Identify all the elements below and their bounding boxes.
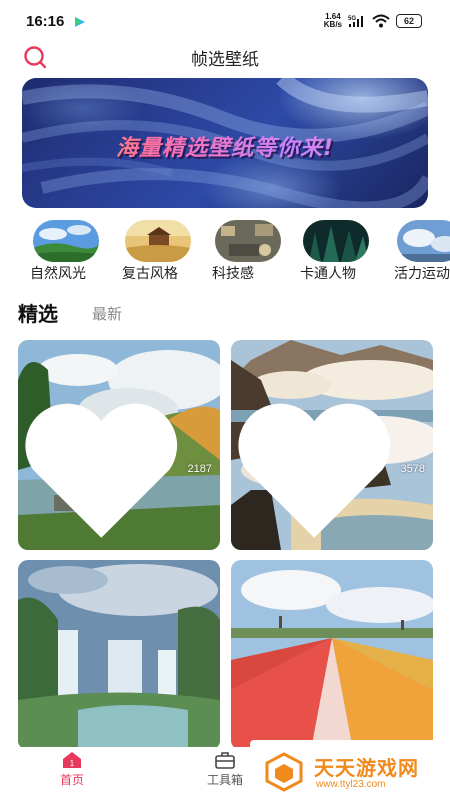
network-speed: 1.64 KB/s: [323, 12, 342, 29]
wallpaper-card[interactable]: 2187: [18, 340, 220, 550]
nav-home[interactable]: 1 首页: [50, 749, 94, 795]
nav-toolbox-label: 工具箱: [206, 773, 243, 787]
status-indicators: 1.64 KB/s 5G 62: [324, 13, 422, 29]
category-tech[interactable]: 科技感: [212, 220, 292, 282]
category-label: 自然风光: [30, 266, 86, 282]
category-label: 卡通人物: [300, 266, 356, 282]
app-header: 帧选壁纸: [0, 40, 450, 74]
home-badge: 1: [70, 759, 75, 768]
battery-icon: 62: [396, 14, 422, 28]
wallpaper-image: [231, 560, 433, 750]
battery-level: 62: [403, 16, 414, 26]
heart-icon: [238, 403, 391, 538]
promo-banner[interactable]: 海量精选壁纸等你来! 海量精选壁纸等你来!: [22, 78, 428, 208]
category-tech-thumbnail: [215, 220, 281, 262]
category-nature-thumbnail: [33, 220, 99, 262]
tab-featured[interactable]: 精选: [18, 298, 58, 327]
heart-icon: [25, 403, 178, 538]
category-sports-thumbnail: [397, 220, 450, 262]
wifi-icon: [372, 14, 390, 28]
page-title: 帧选壁纸: [191, 50, 259, 70]
category-sports[interactable]: 活力运动: [394, 220, 450, 282]
likes-count: 3578: [231, 394, 425, 545]
wallpaper-card[interactable]: [231, 560, 433, 750]
status-bar: 16:16 1.64 KB/s 5G 62: [0, 0, 450, 40]
wallpaper-card[interactable]: [18, 560, 220, 750]
category-nature[interactable]: 自然风光: [30, 220, 110, 282]
category-label: 复古风格: [122, 266, 178, 282]
category-cartoon-thumbnail: [303, 220, 369, 262]
status-time: 16:16: [26, 13, 65, 30]
wallpaper-image: [18, 560, 220, 750]
category-retro-thumbnail: [125, 220, 191, 262]
category-list: 自然风光 复古风格 科技感 卡通人物 活力运动: [30, 220, 450, 282]
nav-toolbox[interactable]: 工具箱: [200, 749, 250, 795]
category-label: 活力运动: [394, 266, 450, 282]
category-cartoon[interactable]: 卡通人物: [300, 220, 380, 282]
category-retro[interactable]: 复古风格: [122, 220, 202, 282]
toolbox-icon: [215, 752, 235, 769]
watermark-url: www.ttyl23.com: [316, 779, 386, 790]
play-store-icon: [75, 17, 85, 27]
nav-home-label: 首页: [59, 773, 84, 787]
site-watermark: 天天游戏网 www.ttyl23.com: [250, 740, 450, 800]
watermark-logo-icon: [265, 752, 303, 792]
banner-text: 海量精选壁纸等你来!: [22, 130, 428, 162]
tab-latest[interactable]: 最新: [92, 303, 122, 324]
network-type: 5G: [348, 16, 356, 22]
wallpaper-card[interactable]: 3578: [231, 340, 433, 550]
watermark-title: 天天游戏网: [314, 756, 419, 780]
likes-count: 2187: [18, 394, 212, 545]
home-icon: 1: [63, 752, 81, 768]
signal-icon: 5G: [348, 16, 363, 27]
category-label: 科技感: [212, 266, 254, 282]
